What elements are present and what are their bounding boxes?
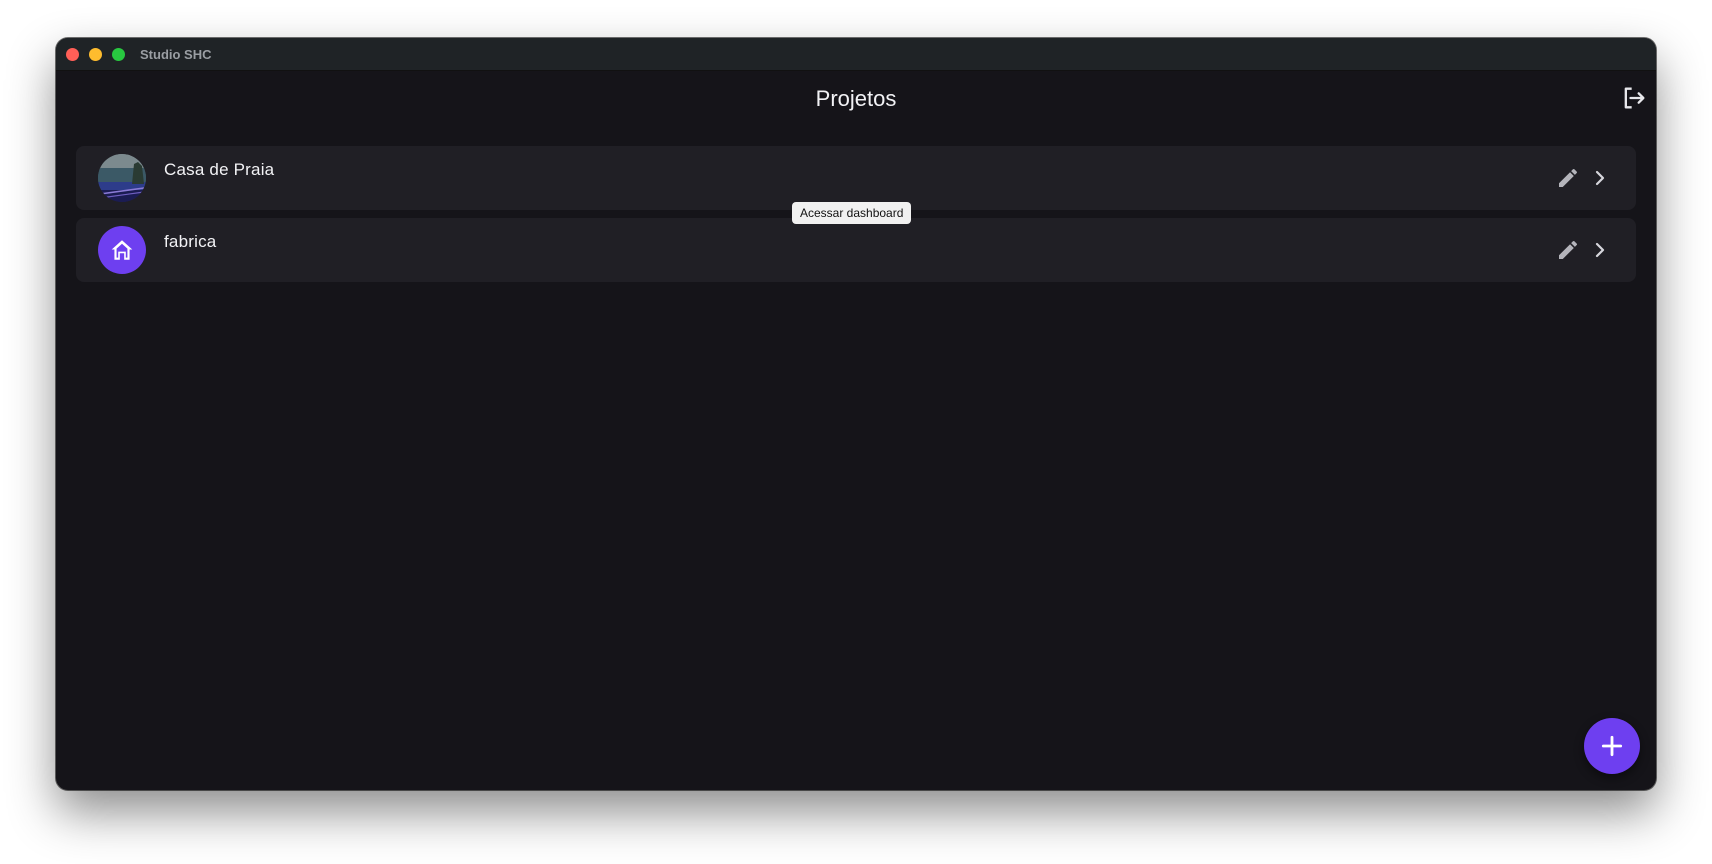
page-title: Projetos <box>815 86 897 111</box>
window-titlebar[interactable]: Studio SHC <box>56 38 1656 71</box>
tooltip: Acessar dashboard <box>792 202 912 224</box>
project-avatar-photo <box>98 154 146 202</box>
project-item-casa-de-praia[interactable]: Casa de Praia <box>76 146 1636 210</box>
close-window-button[interactable] <box>66 48 79 61</box>
logout-icon <box>1624 87 1645 109</box>
chevron-right-icon <box>1595 242 1605 258</box>
pencil-icon <box>1559 168 1578 187</box>
project-item-fabrica[interactable]: fabrica <box>76 218 1636 282</box>
project-name: fabrica <box>164 232 217 251</box>
logout-button[interactable] <box>1620 84 1648 112</box>
project-name: Casa de Praia <box>164 160 275 179</box>
edit-project-button[interactable] <box>1556 238 1580 262</box>
window-title: Studio SHC <box>140 47 212 62</box>
edit-project-button[interactable] <box>1556 166 1580 190</box>
open-project-button[interactable] <box>1588 166 1612 190</box>
maximize-window-button[interactable] <box>112 48 125 61</box>
home-icon <box>111 240 133 260</box>
add-project-button[interactable] <box>1584 718 1640 774</box>
open-project-button[interactable] <box>1588 238 1612 262</box>
plus-icon <box>1601 735 1623 757</box>
pencil-icon <box>1559 240 1578 259</box>
minimize-window-button[interactable] <box>89 48 102 61</box>
project-avatar <box>98 226 146 274</box>
chevron-right-icon <box>1595 170 1605 186</box>
app-window: Studio SHC Projetos Casa de Praia fabric… <box>56 38 1656 790</box>
